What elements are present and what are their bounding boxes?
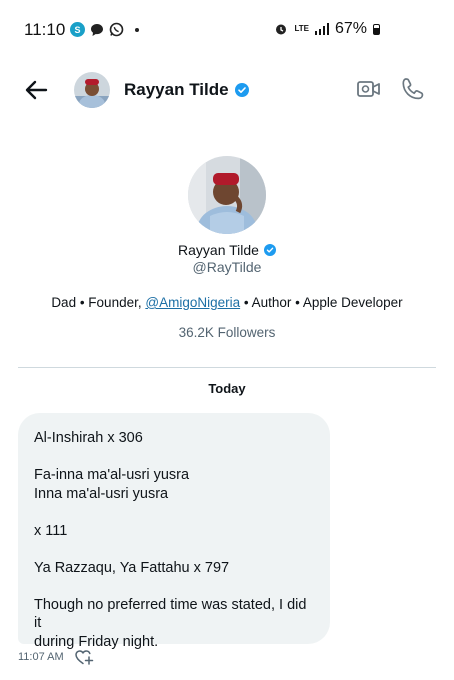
notification-icons: S	[70, 22, 139, 37]
lte-indicator: LTE	[294, 24, 309, 33]
signal-icon	[314, 23, 329, 35]
header-name-text: Rayyan Tilde	[124, 80, 229, 99]
message-line: Ya Razzaqu, Ya Fattahu x 797	[34, 559, 230, 576]
date-separator: Today	[208, 381, 246, 396]
phone-call-icon[interactable]	[400, 76, 426, 102]
message-line: x 111	[34, 522, 68, 539]
video-call-icon[interactable]	[356, 78, 382, 100]
bio-text-after: • Author • Apple Developer	[240, 295, 403, 310]
conversation-header: Rayyan Tilde	[0, 62, 454, 118]
message-line: Though no preferred time was stated, I d…	[34, 596, 307, 632]
battery-percentage: 67%	[334, 20, 367, 37]
profile-avatar[interactable]	[188, 156, 266, 234]
add-reaction-heart-icon[interactable]	[74, 648, 94, 666]
status-time: 11:10	[24, 20, 66, 39]
system-status: LTE 67%	[274, 20, 380, 38]
profile-card: Rayyan Tilde @RayTilde Dad • Founder, @A…	[0, 150, 454, 340]
profile-name-text: Rayyan Tilde	[178, 242, 259, 258]
bio-text-before: Dad • Founder,	[51, 295, 146, 310]
message-bubble[interactable]: Al-Inshirah x 306 Fa-inna ma'al-usri yus…	[18, 413, 330, 650]
battery-icon	[373, 23, 380, 35]
verified-badge-icon	[234, 83, 249, 97]
profile-bio: Dad • Founder, @AmigoNigeria • Author • …	[0, 295, 454, 310]
app-notification-icon: S	[70, 22, 85, 37]
header-avatar[interactable]	[74, 72, 110, 108]
bio-mention-link[interactable]: @AmigoNigeria	[145, 295, 240, 310]
followers-count[interactable]: 36.2K Followers	[0, 325, 454, 340]
message-line: Al-Inshirah x 306	[34, 430, 143, 446]
profile-name[interactable]: Rayyan Tilde	[0, 242, 454, 258]
alarm-icon	[276, 24, 287, 35]
more-notifications-dot	[135, 27, 139, 32]
whatsapp-icon	[109, 22, 124, 37]
message-timestamp: 11:07 AM	[18, 651, 64, 663]
profile-handle: @RayTilde	[192, 259, 262, 275]
divider	[18, 367, 436, 368]
chat-icon	[91, 23, 103, 36]
status-bar: 11:10 S LTE 67%	[0, 0, 454, 58]
message-line: Inna ma'al-usri yusra	[34, 485, 169, 502]
back-arrow-icon[interactable]	[20, 76, 52, 104]
header-name[interactable]: Rayyan Tilde	[124, 80, 249, 100]
verified-badge-icon	[263, 244, 276, 256]
message-meta: 11:07 AM	[18, 648, 94, 666]
message-line: Fa-inna ma'al-usri yusra	[34, 467, 190, 483]
